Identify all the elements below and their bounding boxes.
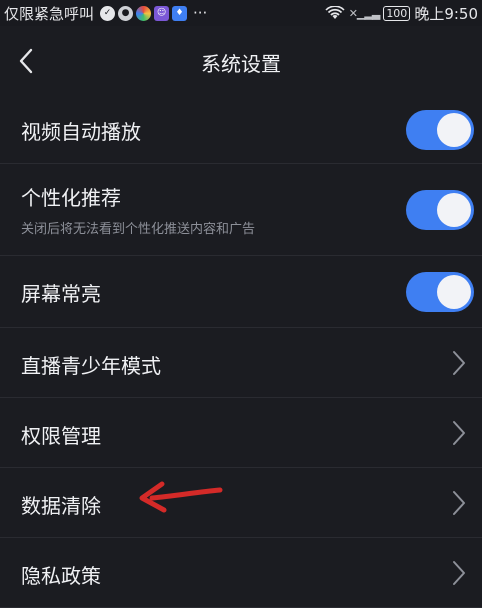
setting-privacy-policy[interactable]: 隐私政策 xyxy=(0,538,482,608)
chevron-right-icon xyxy=(453,421,465,445)
setting-screen-always-on[interactable]: 屏幕常亮 xyxy=(0,256,482,328)
app-bulb-icon: ♦ xyxy=(172,5,188,21)
setting-label: 视频自动播放 xyxy=(21,120,141,144)
status-left: 仅限紧急呼叫 ✓ ● ☺ ♦ ··· xyxy=(0,3,207,24)
personalized-recommendation-toggle[interactable] xyxy=(406,190,474,230)
app-badge-icon: ● xyxy=(118,5,134,21)
annotation-arrow-icon xyxy=(139,481,223,513)
setting-label: 个性化推荐 xyxy=(21,186,121,210)
setting-personalized-recommendation[interactable]: 个性化推荐 关闭后将无法看到个性化推送内容和广告 xyxy=(0,164,482,256)
setting-clear-data[interactable]: 数据清除 xyxy=(0,468,482,538)
setting-label: 权限管理 xyxy=(21,424,101,448)
battery-icon: 100 xyxy=(383,5,411,21)
chevron-right-icon xyxy=(453,561,465,585)
page-title: 系统设置 xyxy=(201,52,281,76)
setting-label: 屏幕常亮 xyxy=(21,282,101,306)
toggle-knob xyxy=(437,275,471,309)
shield-check-icon: ✓ xyxy=(100,5,116,21)
wifi-icon xyxy=(325,5,345,19)
carrier-text: 仅限紧急呼叫 xyxy=(4,4,95,23)
toggle-knob xyxy=(437,113,471,147)
chevron-right-icon xyxy=(453,491,465,515)
setting-label: 数据清除 xyxy=(21,494,101,518)
clock: 晚上9:50 xyxy=(414,4,478,23)
setting-label: 直播青少年模式 xyxy=(21,354,161,378)
app-robot-icon: ☺ xyxy=(154,5,170,21)
more-notifications-icon: ··· xyxy=(193,4,208,22)
setting-live-teen-mode[interactable]: 直播青少年模式 xyxy=(0,328,482,398)
setting-video-autoplay[interactable]: 视频自动播放 xyxy=(0,96,482,164)
toggle-knob xyxy=(437,193,471,227)
app-swirl-icon xyxy=(136,5,152,21)
sim-signal-icon: ✕▁▂▃ xyxy=(348,6,381,20)
screen-always-on-toggle[interactable] xyxy=(406,272,474,312)
page-header: 系统设置 xyxy=(0,26,482,96)
chevron-right-icon xyxy=(453,351,465,375)
settings-list: 视频自动播放 个性化推荐 关闭后将无法看到个性化推送内容和广告 屏幕常亮 直播青… xyxy=(0,96,482,608)
video-autoplay-toggle[interactable] xyxy=(406,110,474,150)
status-right: ✕▁▂▃ 100 晚上9:50 xyxy=(325,3,482,24)
setting-permission-management[interactable]: 权限管理 xyxy=(0,398,482,468)
setting-label: 隐私政策 xyxy=(21,564,101,588)
status-bar: 仅限紧急呼叫 ✓ ● ☺ ♦ ··· ✕▁▂▃ 100 晚上9:50 xyxy=(0,0,482,26)
setting-sublabel: 关闭后将无法看到个性化推送内容和广告 xyxy=(21,222,256,237)
